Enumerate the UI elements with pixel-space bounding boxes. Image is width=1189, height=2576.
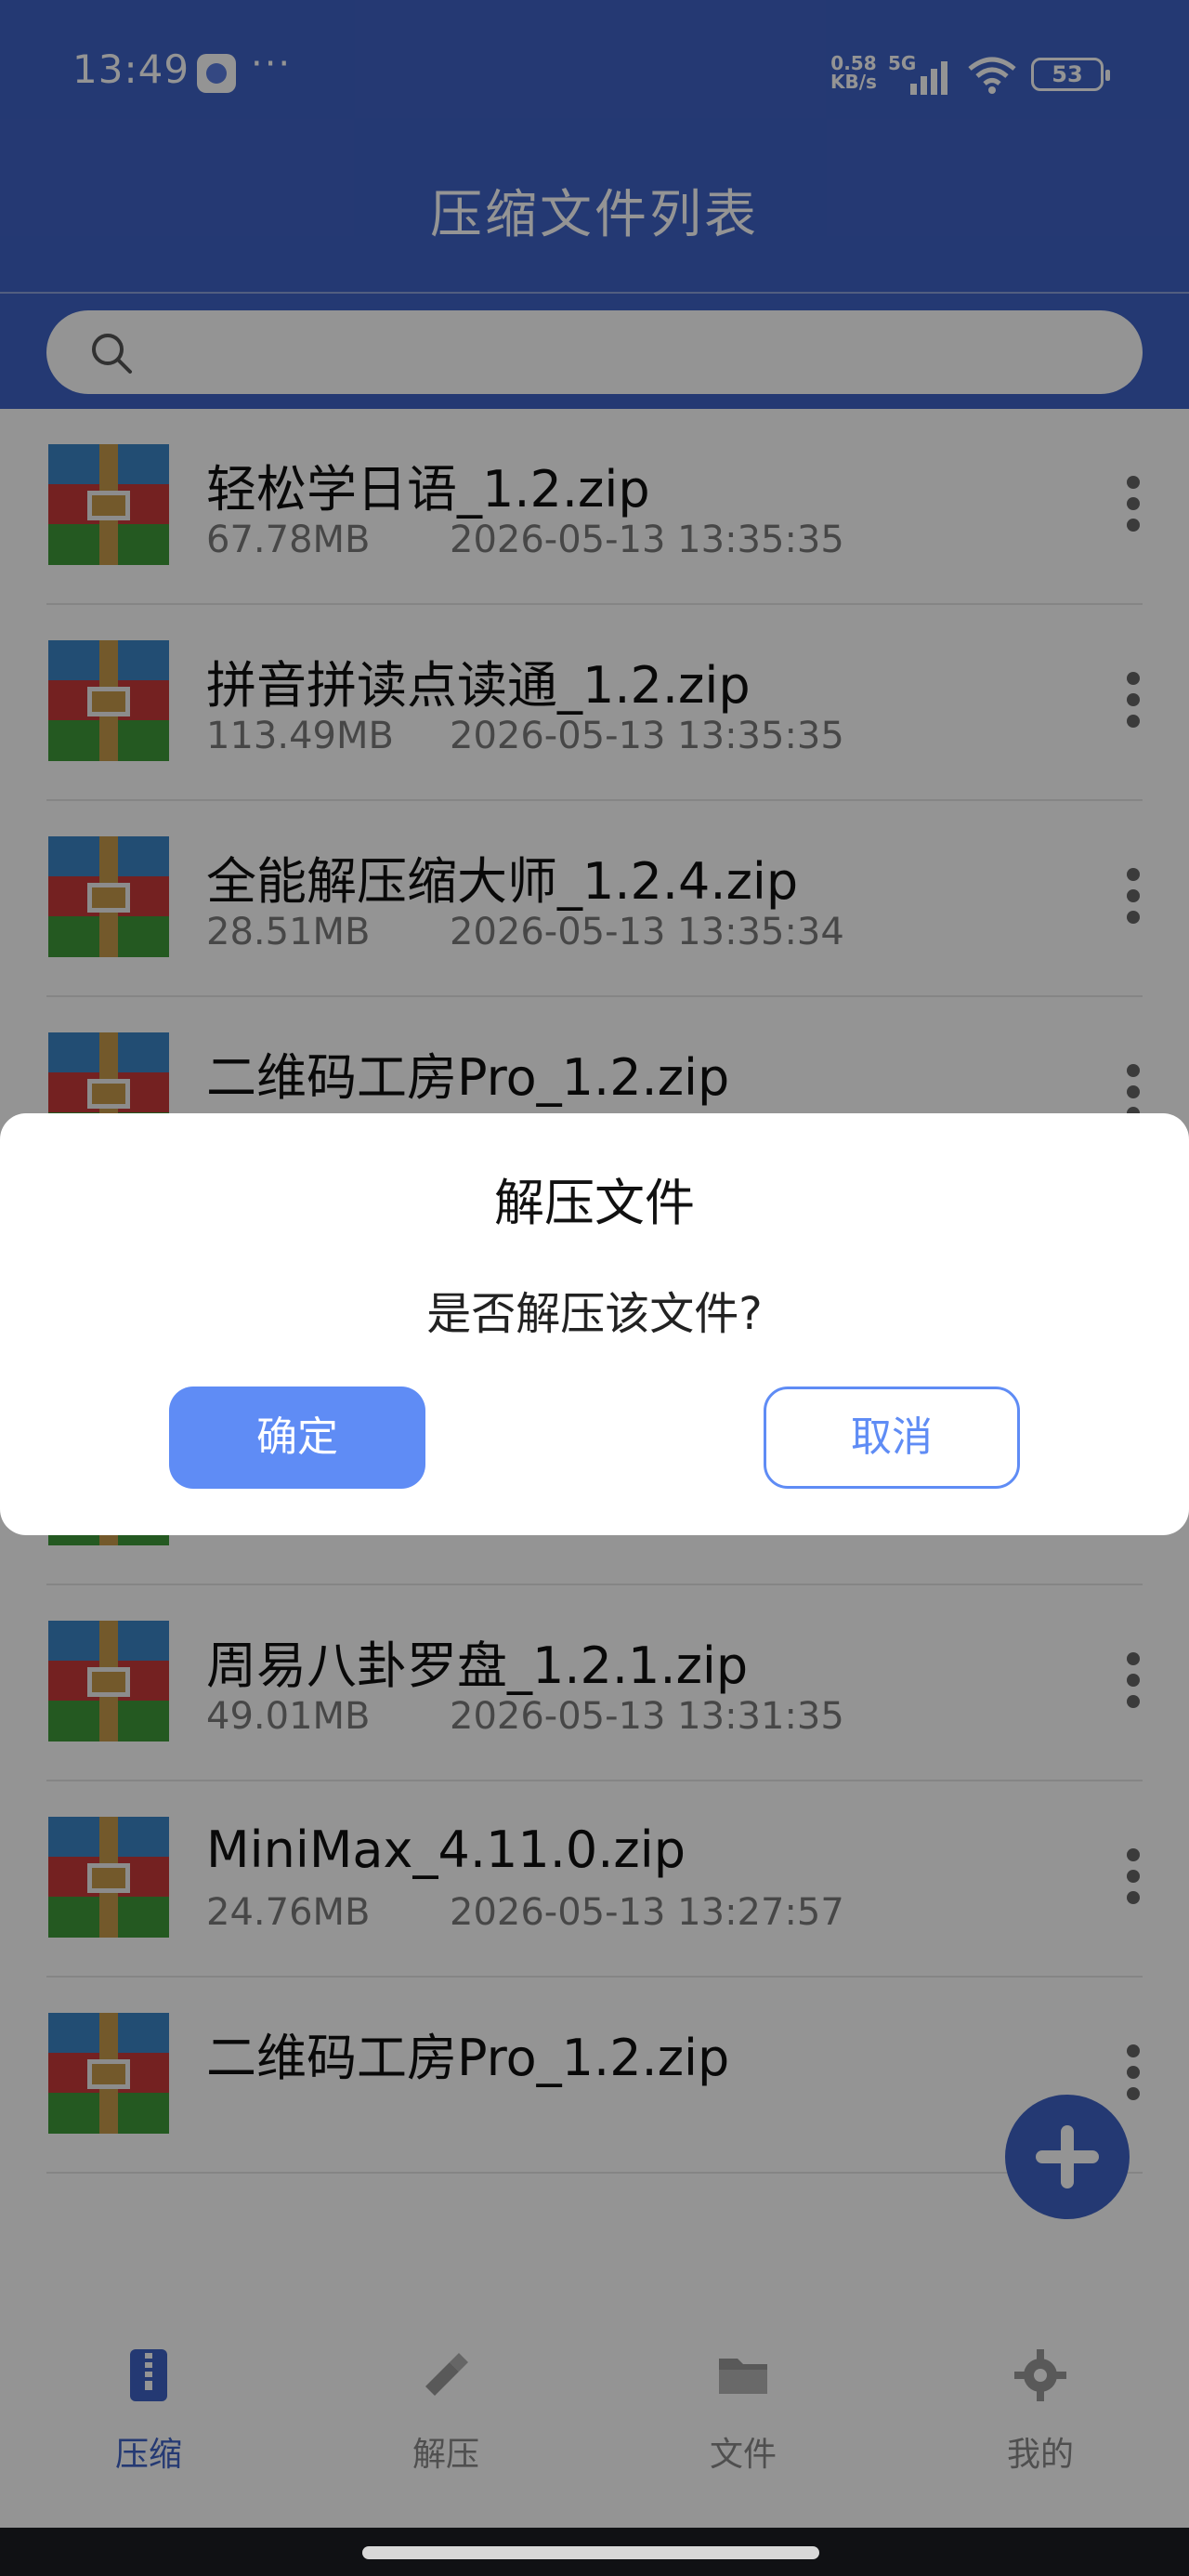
cancel-button[interactable]: 取消 xyxy=(764,1387,1020,1489)
confirm-button[interactable]: 确定 xyxy=(169,1387,425,1489)
system-nav-bar-dimmed xyxy=(0,2528,1189,2576)
home-indicator[interactable] xyxy=(362,2546,819,2559)
dialog-message: 是否解压该文件? xyxy=(426,1288,763,1340)
extract-dialog: 解压文件 是否解压该文件? 确定 取消 xyxy=(0,1113,1189,1535)
dialog-title: 解压文件 xyxy=(494,1174,695,1232)
app-screen: 13:49 ··· 0.58 KB/s 5G 53 压缩文件列表 轻松学日语_1… xyxy=(0,0,1189,2576)
